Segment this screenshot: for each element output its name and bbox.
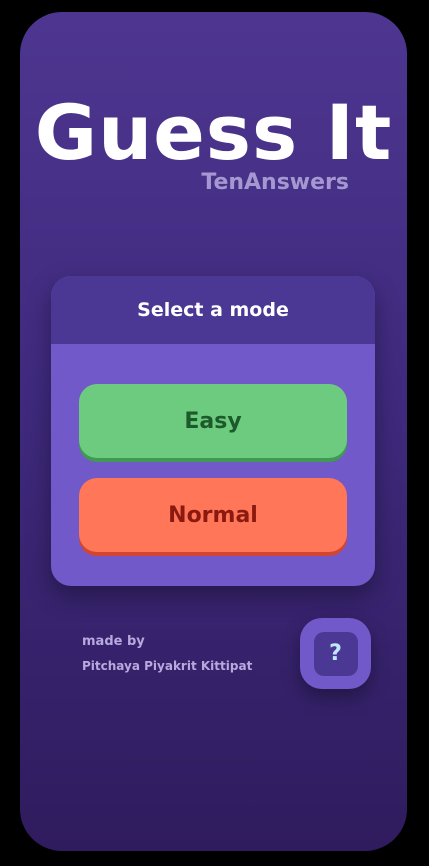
authors-text: Pitchaya Piyakrit Kittipat — [82, 659, 253, 673]
help-button-inner: ? — [313, 631, 358, 676]
game-subtitle: TenAnswers — [201, 170, 349, 195]
mode-card-header: Select a mode — [51, 276, 375, 344]
app-screen: Guess It TenAnswers Select a mode Easy N… — [20, 12, 407, 851]
question-mark-icon: ? — [329, 641, 342, 666]
made-by-label: made by — [82, 634, 145, 649]
mode-select-card: Select a mode Easy Normal — [51, 276, 375, 586]
normal-mode-button[interactable]: Normal — [79, 478, 347, 552]
game-title: Guess It — [34, 88, 393, 177]
easy-mode-button[interactable]: Easy — [79, 384, 347, 458]
help-button[interactable]: ? — [300, 618, 371, 689]
credits: made by Pitchaya Piyakrit Kittipat — [82, 632, 252, 680]
mode-card-title: Select a mode — [137, 299, 289, 321]
